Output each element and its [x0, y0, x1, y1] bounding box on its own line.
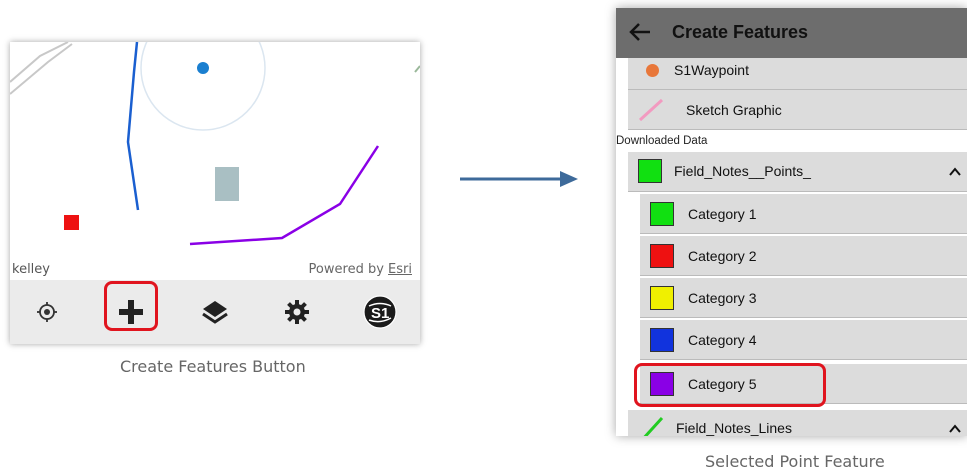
green-square-icon: [638, 159, 662, 183]
settings-button[interactable]: [280, 280, 314, 344]
map-view[interactable]: kelley Powered by Esri: [10, 42, 420, 280]
road-line: [10, 43, 73, 95]
red-square-icon: [650, 244, 674, 268]
layer-label: Field_Notes__Points_: [674, 163, 811, 179]
right-arrow-icon: [460, 171, 578, 187]
category-label: Category 2: [688, 248, 757, 264]
accuracy-circle: [140, 42, 266, 131]
location-dot: [197, 62, 209, 74]
blue-line-feature: [126, 42, 140, 211]
yellow-square-icon: [650, 286, 674, 310]
map-canvas: [10, 42, 420, 246]
locate-button[interactable]: [32, 280, 62, 344]
orange-dot-icon: [646, 64, 659, 77]
category-label: Category 4: [688, 332, 757, 348]
s1-logo-icon: S1: [363, 295, 397, 329]
create-features-highlight: [104, 281, 158, 331]
category-label: Category 3: [688, 290, 757, 306]
category-5-highlight: [634, 363, 826, 407]
green-line-feature: [414, 65, 420, 73]
esri-attribution: Powered by Esri: [309, 262, 412, 277]
esri-link[interactable]: Esri: [388, 262, 412, 277]
layers-button[interactable]: [198, 280, 232, 344]
list-item-sketch-graphic[interactable]: Sketch Graphic: [628, 90, 967, 130]
category-label: Category 1: [688, 206, 757, 222]
layer-lines[interactable]: Field_Notes_Lines: [628, 410, 967, 436]
powered-by-text: Powered by: [308, 262, 384, 277]
s1-logo-button[interactable]: S1: [360, 280, 400, 344]
gear-icon: [285, 300, 309, 324]
green-square-icon: [650, 202, 674, 226]
item-label: S1Waypoint: [674, 62, 749, 78]
list-item-category-3[interactable]: Category 3: [640, 278, 967, 318]
list-item-category-4[interactable]: Category 4: [640, 320, 967, 360]
section-label: Downloaded Data: [616, 135, 708, 147]
gray-polygon-feature: [215, 167, 239, 201]
layer-label: Field_Notes_Lines: [676, 420, 792, 436]
road-line: [10, 42, 69, 83]
chevron-up-icon[interactable]: [949, 424, 961, 434]
pink-line-icon: [638, 98, 664, 122]
red-point-feature: [64, 215, 79, 230]
blue-square-icon: [650, 328, 674, 352]
back-arrow-icon[interactable]: [628, 20, 652, 44]
svg-text:S1: S1: [371, 305, 389, 322]
attribution-text: kelley: [12, 262, 50, 277]
locate-icon: [37, 302, 57, 322]
item-label: Sketch Graphic: [686, 102, 782, 118]
chevron-up-icon[interactable]: [949, 167, 961, 177]
left-caption: Create Features Button: [120, 357, 306, 376]
list-item-category-1[interactable]: Category 1: [640, 194, 967, 234]
map-toolbar: S1: [10, 280, 420, 344]
green-line-icon: [643, 416, 664, 436]
page-title: Create Features: [672, 22, 809, 42]
list-item-s1waypoint[interactable]: S1Waypoint: [628, 58, 967, 90]
create-features-panel: Create Features S1Waypoint Sketch Graphi…: [616, 8, 967, 436]
right-caption: Selected Point Feature: [705, 452, 885, 471]
list-item-category-2[interactable]: Category 2: [640, 236, 967, 276]
layer-points[interactable]: Field_Notes__Points_: [628, 152, 967, 192]
layers-icon: [202, 301, 228, 324]
map-screenshot: kelley Powered by Esri S1: [10, 42, 420, 344]
app-header: Create Features: [616, 8, 967, 58]
